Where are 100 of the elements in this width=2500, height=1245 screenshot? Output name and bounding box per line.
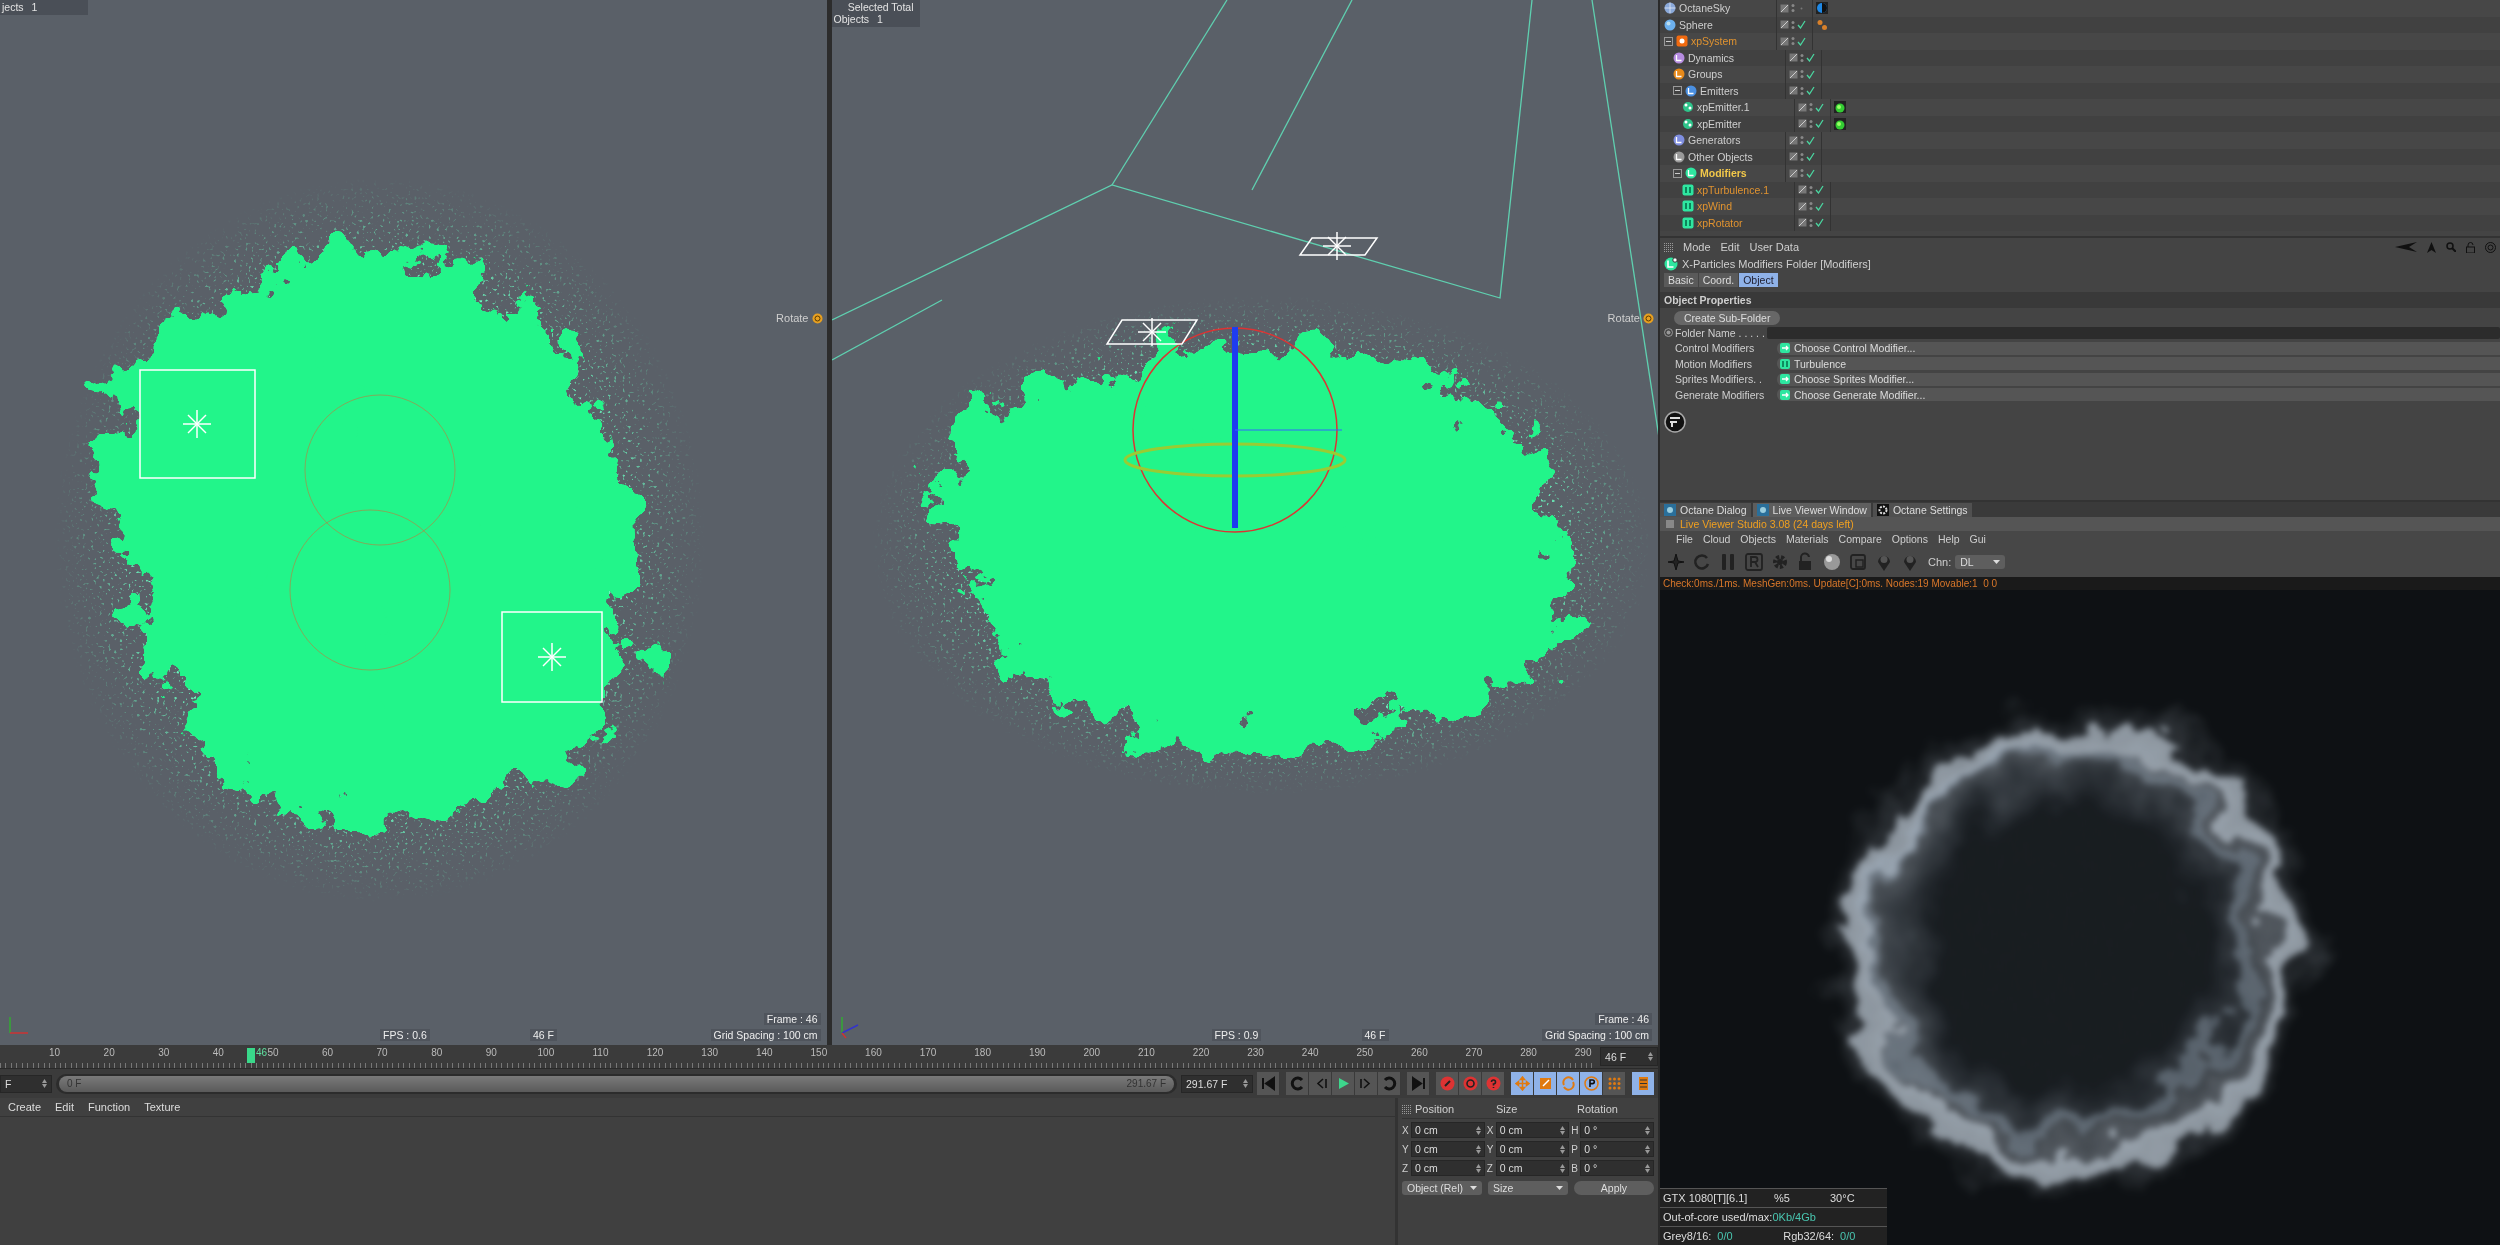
check-icon[interactable]	[1806, 86, 1815, 96]
tab[interactable]: Object	[1739, 273, 1778, 287]
create-sub-folder-button[interactable]: Create Sub-Folder	[1674, 311, 1781, 325]
object-name[interactable]: Modifiers	[1700, 167, 1747, 180]
expand-toggle[interactable]	[1664, 36, 1673, 46]
menu-item[interactable]: Function	[88, 1101, 131, 1113]
check-icon[interactable]	[1806, 135, 1815, 145]
object-name[interactable]: xpEmitter.1	[1697, 101, 1750, 114]
size-mode-dropdown[interactable]: Size	[1488, 1181, 1568, 1195]
menu-item[interactable]: Mode	[1683, 241, 1711, 253]
key-help-button[interactable]	[1482, 1072, 1505, 1095]
loop-forward-button[interactable]	[1378, 1072, 1401, 1095]
parameter-key-button[interactable]	[1580, 1072, 1603, 1095]
material-ball-icon[interactable]	[1822, 552, 1842, 572]
menu-item[interactable]: Edit	[1720, 241, 1740, 253]
start-frame-field[interactable]: F	[0, 1074, 52, 1093]
object-name[interactable]: Dynamics	[1688, 51, 1735, 64]
go-to-end-button[interactable]	[1407, 1072, 1430, 1095]
loop-back-button[interactable]	[1286, 1072, 1309, 1095]
sky-tag-icon[interactable]	[1816, 2, 1828, 15]
object-name[interactable]: xpEmitter	[1697, 117, 1742, 130]
object-name[interactable]: xpRotator	[1697, 216, 1743, 229]
menu-item[interactable]: Edit	[55, 1101, 74, 1113]
object-name[interactable]: xpSystem	[1691, 35, 1738, 48]
folder-name-field[interactable]	[1767, 326, 2500, 339]
check-icon[interactable]	[1806, 69, 1815, 79]
checkbox-icon[interactable]	[1666, 520, 1674, 528]
move-key-button[interactable]	[1511, 1072, 1534, 1095]
autokey-button[interactable]	[1459, 1072, 1482, 1095]
emitter-tag-icon[interactable]	[1834, 117, 1846, 130]
menu-item[interactable]: Materials	[1785, 533, 1829, 545]
tab[interactable]: Live Viewer Window	[1752, 503, 1871, 517]
menu-item[interactable]: Objects	[1740, 533, 1776, 545]
tab[interactable]: Octane Settings	[1872, 503, 1972, 517]
record-key-button[interactable]	[1436, 1072, 1459, 1095]
play-button[interactable]	[1332, 1072, 1355, 1095]
playhead-marker[interactable]	[247, 1048, 256, 1063]
scale-key-button[interactable]	[1534, 1072, 1557, 1095]
value-field[interactable]: 0 cm	[1495, 1160, 1570, 1176]
check-icon[interactable]	[1806, 53, 1815, 63]
object-name[interactable]: OctaneSky	[1679, 2, 1731, 15]
check-icon[interactable]	[1815, 102, 1824, 112]
object-name[interactable]: Emitters	[1700, 84, 1739, 97]
menu-item[interactable]: Texture	[144, 1101, 181, 1113]
modifier-dropdown[interactable]: Choose Generate Modifier...	[1777, 388, 2500, 402]
go-to-start-button[interactable]	[1257, 1072, 1280, 1095]
object-name[interactable]: Other Objects	[1688, 150, 1753, 163]
rotate-key-button[interactable]	[1557, 1072, 1580, 1095]
object-name[interactable]: xpTurbulence.1	[1697, 183, 1769, 196]
object-name[interactable]: Generators	[1688, 134, 1741, 147]
render-burst-icon[interactable]	[1666, 552, 1686, 572]
frame-field[interactable]: 46 F	[1600, 1047, 1658, 1066]
check-icon[interactable]	[1815, 201, 1824, 211]
value-field[interactable]: 0 cm	[1411, 1160, 1485, 1176]
value-field[interactable]: 0 cm	[1411, 1141, 1485, 1157]
material-tag-icon[interactable]	[1816, 18, 1828, 31]
film-strip-button[interactable]	[1632, 1072, 1655, 1095]
value-field[interactable]: 0 °	[1580, 1160, 1654, 1176]
timeline-ruler[interactable]: 10 20 30 40 4650 60 70 80 90 100 110 120 130 140 150 160 170 180 190 200 210 220 230 240 250 260 270 280 290	[0, 1045, 1595, 1068]
object-name[interactable]: Sphere	[1679, 18, 1713, 31]
menu-item[interactable]: Options	[1891, 533, 1928, 545]
value-field[interactable]: 0 cm	[1495, 1122, 1570, 1138]
object-name[interactable]: Groups	[1688, 68, 1723, 81]
coordinate-mode-dropdown[interactable]: Object (Rel)	[1402, 1181, 1482, 1195]
check-icon[interactable]	[1806, 168, 1815, 178]
check-icon[interactable]	[1806, 152, 1815, 162]
object-name[interactable]: xpWind	[1697, 200, 1732, 213]
value-field[interactable]: 0 °	[1580, 1122, 1654, 1138]
up-arrow-icon[interactable]	[2427, 241, 2436, 253]
menu-item[interactable]: File	[1676, 533, 1693, 545]
value-field[interactable]: 0 °	[1580, 1141, 1654, 1157]
check-icon[interactable]	[1815, 218, 1824, 228]
back-arrow-icon[interactable]	[2395, 242, 2417, 252]
end-frame-field[interactable]: 291.67 F	[1181, 1074, 1253, 1093]
radio-icon[interactable]	[1664, 328, 1673, 338]
check-icon[interactable]	[1815, 185, 1824, 195]
menu-item[interactable]: Cloud	[1702, 533, 1731, 545]
filter-badge-icon[interactable]	[1664, 410, 1686, 433]
expand-toggle[interactable]	[1673, 86, 1682, 96]
points-key-button[interactable]	[1603, 1072, 1626, 1095]
modifier-dropdown[interactable]: Turbulence	[1777, 357, 2500, 371]
search-icon[interactable]	[2446, 242, 2456, 252]
check-icon[interactable]	[1797, 20, 1806, 30]
lock-icon[interactable]	[2466, 241, 2475, 253]
modifier-dropdown[interactable]: Choose Sprites Modifier...	[1777, 372, 2500, 386]
emitter-tag-icon[interactable]	[1834, 101, 1846, 114]
tab[interactable]: Coord.	[1698, 273, 1739, 287]
value-field[interactable]: 0 cm	[1411, 1122, 1485, 1138]
modifier-dropdown[interactable]: Choose Control Modifier...	[1777, 341, 2500, 355]
menu-item[interactable]: User Data	[1749, 241, 1800, 253]
channel-dropdown[interactable]: DL	[1955, 555, 2006, 569]
menu-item[interactable]: Create	[8, 1101, 42, 1113]
tab[interactable]: Octane Dialog	[1660, 503, 1751, 517]
expand-toggle[interactable]	[1673, 168, 1682, 178]
menu-item[interactable]: Gui	[1969, 533, 1986, 545]
tab[interactable]: Basic	[1664, 273, 1698, 287]
apply-button[interactable]: Apply	[1574, 1181, 1654, 1195]
menu-item[interactable]: Help	[1937, 533, 1960, 545]
menu-item[interactable]: Compare	[1838, 533, 1882, 545]
check-icon[interactable]	[1797, 36, 1806, 46]
